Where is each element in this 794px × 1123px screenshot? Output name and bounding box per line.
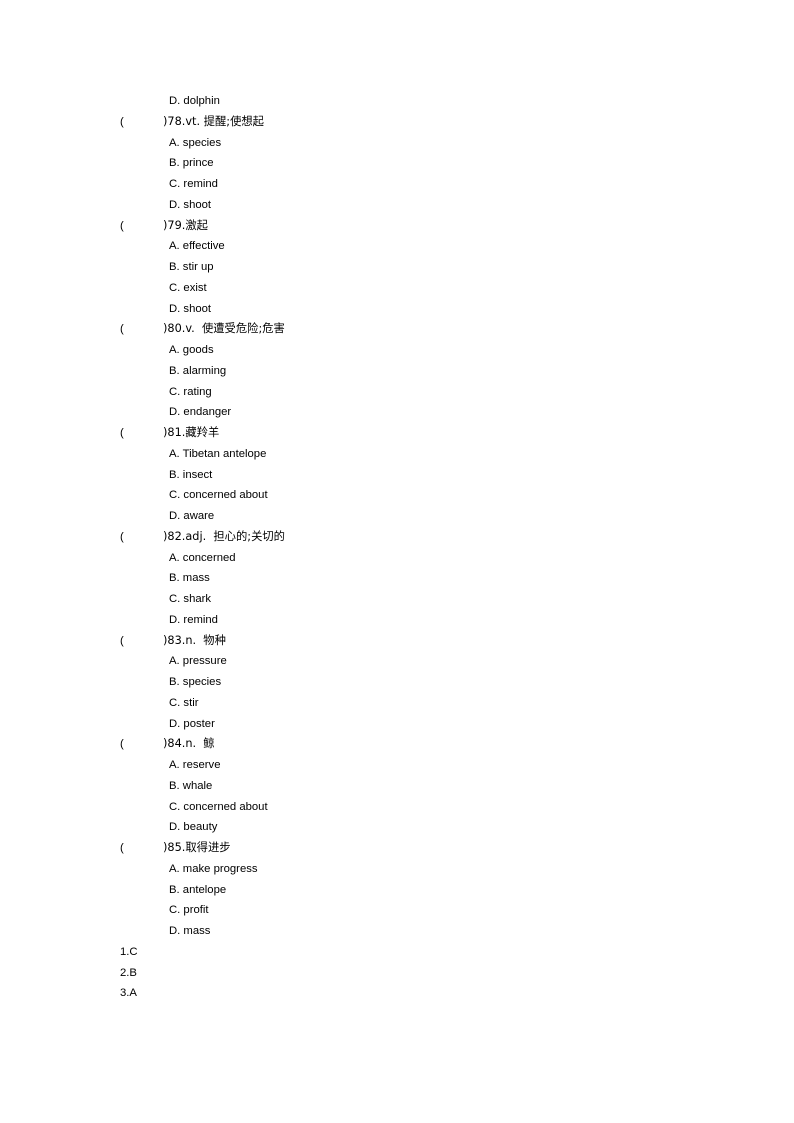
option-line[interactable]: B. alarming [0,361,794,382]
option-line[interactable]: B. whale [0,776,794,797]
option-line[interactable]: D. beauty [0,817,794,838]
option-line[interactable]: B. insect [0,465,794,486]
question-text-79: )79.激起 [163,218,208,232]
option-line: D. dolphin [169,95,220,107]
option-line[interactable]: C. shark [0,589,794,610]
option-line[interactable]: A. concerned [0,548,794,569]
answer-blank-85[interactable]: ( [120,838,163,859]
option-line[interactable]: C. rating [0,382,794,403]
option-line[interactable]: C. stir [0,693,794,714]
question-stem-81: ()81.藏羚羊 [0,423,794,444]
question-text-85: )85.取得进步 [163,841,231,854]
option-line[interactable]: C. remind [0,174,794,195]
answer-blank-83[interactable]: ( [120,631,163,652]
answer-blank-84[interactable]: ( [120,734,163,755]
answer-key-line: 1.C [120,945,138,958]
document-content: D. dolphin()78.vt. 提醒;使想起 A. species B. pr… [0,91,794,1004]
answer-key-line: 3.A [120,987,137,1000]
option-line[interactable]: D. mass [0,921,794,942]
question-text-84: )84.n. 鲸 [163,737,215,751]
question-text-81: )81.藏羚羊 [163,426,220,439]
option-line[interactable]: B. stir up [0,257,794,278]
option-line[interactable]: B. antelope [0,880,794,901]
option-line[interactable]: D. remind [0,610,794,631]
option-line[interactable]: B. prince [0,153,794,174]
question-text-78: )78.vt. 提醒;使想起 [163,114,264,128]
option-line[interactable]: C. concerned about [0,797,794,818]
option-line[interactable]: C. concerned about [0,485,794,506]
option-line[interactable]: A. Tibetan antelope [0,444,794,465]
option-line[interactable]: B. mass [0,568,794,589]
option-line[interactable]: C. exist [0,278,794,299]
question-stem-82: ()82.adj. 担心的;关切的 [0,527,794,548]
option-line[interactable]: A. make progress [0,859,794,880]
option-line[interactable]: D. poster [0,714,794,735]
option-line[interactable]: D. aware [0,506,794,527]
option-line[interactable]: C. profit [0,900,794,921]
question-stem-83: ()83.n. 物种 [0,631,794,652]
answer-blank-81[interactable]: ( [120,423,163,444]
option-line[interactable]: D. endanger [0,402,794,423]
answer-blank-82[interactable]: ( [120,527,163,548]
question-stem-78: ()78.vt. 提醒;使想起 [0,112,794,133]
document-page: D. dolphin()78.vt. 提醒;使想起 A. species B. pr… [0,0,794,1123]
answer-blank-80[interactable]: ( [120,319,163,340]
question-stem-79: ()79.激起 [0,216,794,237]
option-line[interactable]: A. reserve [0,755,794,776]
option-line[interactable]: D. shoot [0,299,794,320]
answer-key-line: 2.B [120,966,137,979]
question-stem-80: ()80.v. 使遭受危险;危害 [0,319,794,340]
question-text-82: )82.adj. 担心的;关切的 [163,529,285,543]
question-text-83: )83.n. 物种 [163,633,226,647]
question-stem-85: ()85.取得进步 [0,838,794,859]
option-line[interactable]: D. shoot [0,195,794,216]
option-line[interactable]: A. pressure [0,651,794,672]
option-line[interactable]: A. goods [0,340,794,361]
option-line[interactable]: A. effective [0,236,794,257]
option-line[interactable]: A. species [0,133,794,154]
question-text-80: )80.v. 使遭受危险;危害 [163,322,285,336]
question-stem-84: ()84.n. 鲸 [0,734,794,755]
option-line[interactable]: B. species [0,672,794,693]
answer-blank-79[interactable]: ( [120,216,163,237]
answer-blank-78[interactable]: ( [120,112,163,133]
